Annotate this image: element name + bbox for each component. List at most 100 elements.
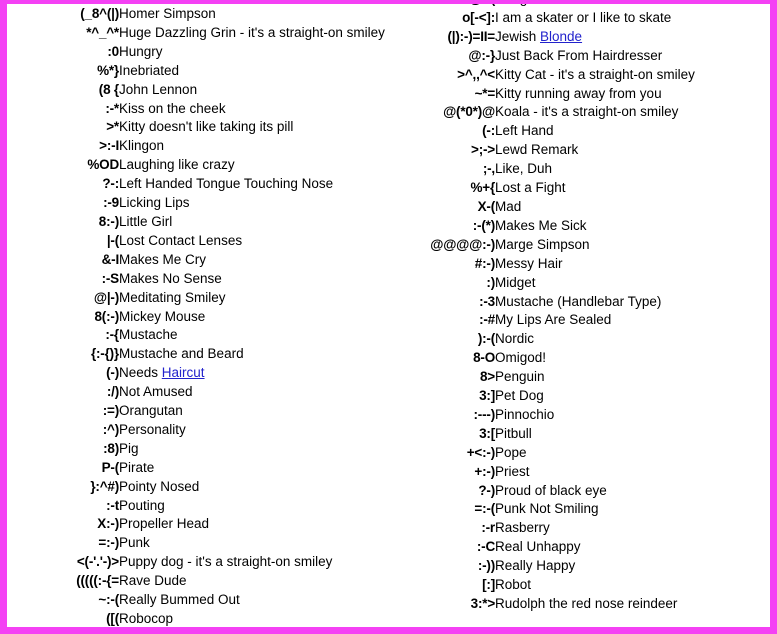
- emoticon-glyph: :): [486, 274, 495, 290]
- emoticon-glyph: >:-I: [99, 138, 119, 154]
- emoticon-row: (-) Needs Haircut: [7, 364, 395, 383]
- emoticon-row: :-# My Lips Are Sealed: [395, 311, 770, 330]
- emoticon-description: Rudolph the red nose reindeer: [495, 596, 678, 611]
- emoticon-row: :-r Rasberry: [395, 519, 770, 538]
- emoticon-glyph: :-9: [103, 195, 119, 211]
- emoticon-glyph: %+{: [470, 180, 495, 196]
- emoticon-glyph: >^,,^<: [457, 66, 495, 82]
- emoticon-row: =:-) Punk: [7, 534, 395, 553]
- emoticon-row: #:-) Messy Hair: [395, 255, 770, 274]
- emoticon-description: Kitty Cat - it's a straight-on smiley: [495, 66, 695, 82]
- emoticon-description: Like, Duh: [495, 161, 553, 177]
- emoticon-description: Really Bummed Out: [119, 592, 240, 608]
- emoticon-glyph: (-:: [482, 123, 495, 139]
- description-link[interactable]: Blonde: [540, 29, 582, 44]
- emoticon-description: Really Happy: [495, 558, 576, 574]
- emoticon-description: Proud of black eye: [495, 482, 607, 498]
- emoticon-glyph: 3:]: [479, 388, 495, 404]
- emoticon-description: Mustache (Handlebar Type): [495, 293, 662, 309]
- emoticon-glyph: 8:-): [98, 213, 119, 229]
- emoticon-description: Lost Contact Lenses: [119, 232, 243, 248]
- emoticon-glyph: >*: [106, 119, 119, 135]
- emoticon-description: Personality: [119, 421, 186, 437]
- emoticon-glyph: :-(*): [472, 217, 495, 233]
- emoticon-row: %OD Laughing like crazy: [7, 156, 395, 175]
- emoticon-glyph: 3:[: [479, 425, 495, 441]
- emoticon-row: %*} Inebriated: [7, 62, 395, 81]
- emoticon-glyph: :-{: [105, 327, 119, 343]
- emoticon-glyph: :8): [103, 440, 119, 456]
- emoticon-row: 8(:-) Mickey Mouse: [7, 308, 395, 327]
- emoticon-glyph: %OD: [87, 157, 119, 173]
- emoticon-row: ;-, Like, Duh: [395, 160, 770, 179]
- emoticon-glyph: }:^#): [90, 478, 119, 494]
- emoticon-row: >^,,^< Kitty Cat - it's a straight-on smi…: [395, 66, 770, 85]
- emoticon-description: I am a skater or I like to skate: [495, 9, 672, 25]
- emoticon-row: (-: Left Hand: [395, 122, 770, 141]
- emoticon-glyph: :-)): [477, 558, 495, 574]
- emoticon-glyph: #:-): [474, 255, 495, 271]
- emoticon-description: Jewish Blonde: [495, 28, 770, 47]
- emoticon-row: {:-{)} Mustache and Beard: [7, 345, 395, 364]
- emoticon-description: Propeller Head: [119, 516, 210, 532]
- emoticon-row: :-S Makes No Sense: [7, 270, 395, 289]
- emoticon-glyph: 3:*>: [470, 596, 496, 611]
- description-text: Needs: [119, 365, 162, 381]
- emoticon-row: &-I Makes Me Cry: [7, 251, 395, 270]
- emoticon-glyph: (((((:-{=: [76, 573, 119, 589]
- emoticon-description: Mustache: [119, 327, 178, 343]
- emoticon-row: |-(Lost Contact Lenses: [7, 232, 395, 251]
- emoticon-description: Huge Dazzling Grin - it's a straight-on …: [119, 24, 385, 40]
- emoticon-glyph: |-(: [106, 232, 119, 248]
- emoticon-row: 8> Penguin: [395, 368, 770, 387]
- emoticon-description: Not Amused: [119, 384, 193, 400]
- emoticon-glyph: ?-:: [102, 176, 119, 192]
- emoticon-description: Lost a Fight: [495, 180, 566, 196]
- emoticon-description: Puppy dog - it's a straight-on smiley: [119, 554, 333, 570]
- emoticon-description: Punk: [119, 535, 150, 551]
- emoticon-glyph: 8>: [480, 369, 495, 385]
- emoticon-description: Klingon: [119, 138, 165, 154]
- emoticon-description: Kitty doesn't like taking its pill: [119, 119, 294, 135]
- emoticon-glyph: :=): [102, 403, 119, 419]
- emoticon-description: Pinnochio: [495, 406, 555, 422]
- emoticon-description: Lewd Remark: [495, 142, 579, 158]
- emoticon-description: Pig: [119, 440, 139, 456]
- emoticon-glyph: &-I: [101, 251, 120, 267]
- emoticon-description: Koala - it's a straight-on smiley: [495, 104, 679, 120]
- emoticon-glyph: :0: [107, 43, 119, 59]
- emoticon-glyph: :-r: [481, 520, 495, 536]
- emoticon-row: :-(*) Makes Me Sick: [395, 217, 770, 236]
- emoticon-description: Messy Hair: [495, 255, 563, 271]
- emoticon-description: Pope: [495, 444, 527, 460]
- emoticon-row: X-(Mad: [395, 198, 770, 217]
- emoticon-glyph: :---): [473, 406, 496, 422]
- emoticon-row: ?-) Proud of black eye: [395, 482, 770, 501]
- emoticon-row: o[-<]: I am a skater or I like to skate: [395, 9, 770, 28]
- emoticon-row: *^_^* Huge Dazzling Grin - it's a straigh…: [7, 24, 395, 43]
- emoticon-row: <(-'.'-)> Puppy dog - it's a straight-on …: [7, 553, 395, 572]
- emoticon-row: ):-(Nordic: [395, 330, 770, 349]
- emoticon-row: :0 Hungry: [7, 43, 395, 62]
- emoticon-row: P-(Pirate: [7, 459, 395, 478]
- emoticon-row: }:^#) Pointy Nosed: [7, 478, 395, 497]
- emoticon-row: 3:*> Rudolph the red nose reindeer: [395, 595, 770, 614]
- emoticon-description: Penguin: [495, 369, 545, 385]
- emoticon-table-left: (_8^(|) Homer Simpson *^_^* Huge Dazzling G…: [7, 5, 395, 627]
- emoticon-row: @:-} Just Back From Hairdresser: [395, 47, 770, 66]
- emoticon-row: ([(Robocop: [7, 610, 395, 627]
- emoticon-description: Mustache and Beard: [119, 346, 244, 362]
- emoticon-row: :) Midget: [395, 274, 770, 293]
- emoticon-row: :-C Real Unhappy: [395, 538, 770, 557]
- emoticon-glyph: @@@@:-): [430, 236, 495, 252]
- emoticon-glyph: *^_^*: [86, 24, 119, 40]
- emoticon-description: Pointy Nosed: [119, 478, 200, 494]
- emoticon-description: Pet Dog: [495, 388, 544, 404]
- emoticon-description: Just Back From Hairdresser: [495, 47, 663, 63]
- emoticon-description: Little Girl: [119, 213, 173, 229]
- description-link[interactable]: Haircut: [162, 365, 205, 380]
- emoticon-row: 3:[Pitbull: [395, 425, 770, 444]
- emoticon-columns: (_8^(|) Homer Simpson *^_^* Huge Dazzling G…: [7, 4, 770, 627]
- emoticon-row: (((((:-{= Rave Dude: [7, 572, 395, 591]
- emoticon-row: %*@:-(Hungover with headache: [395, 4, 770, 9]
